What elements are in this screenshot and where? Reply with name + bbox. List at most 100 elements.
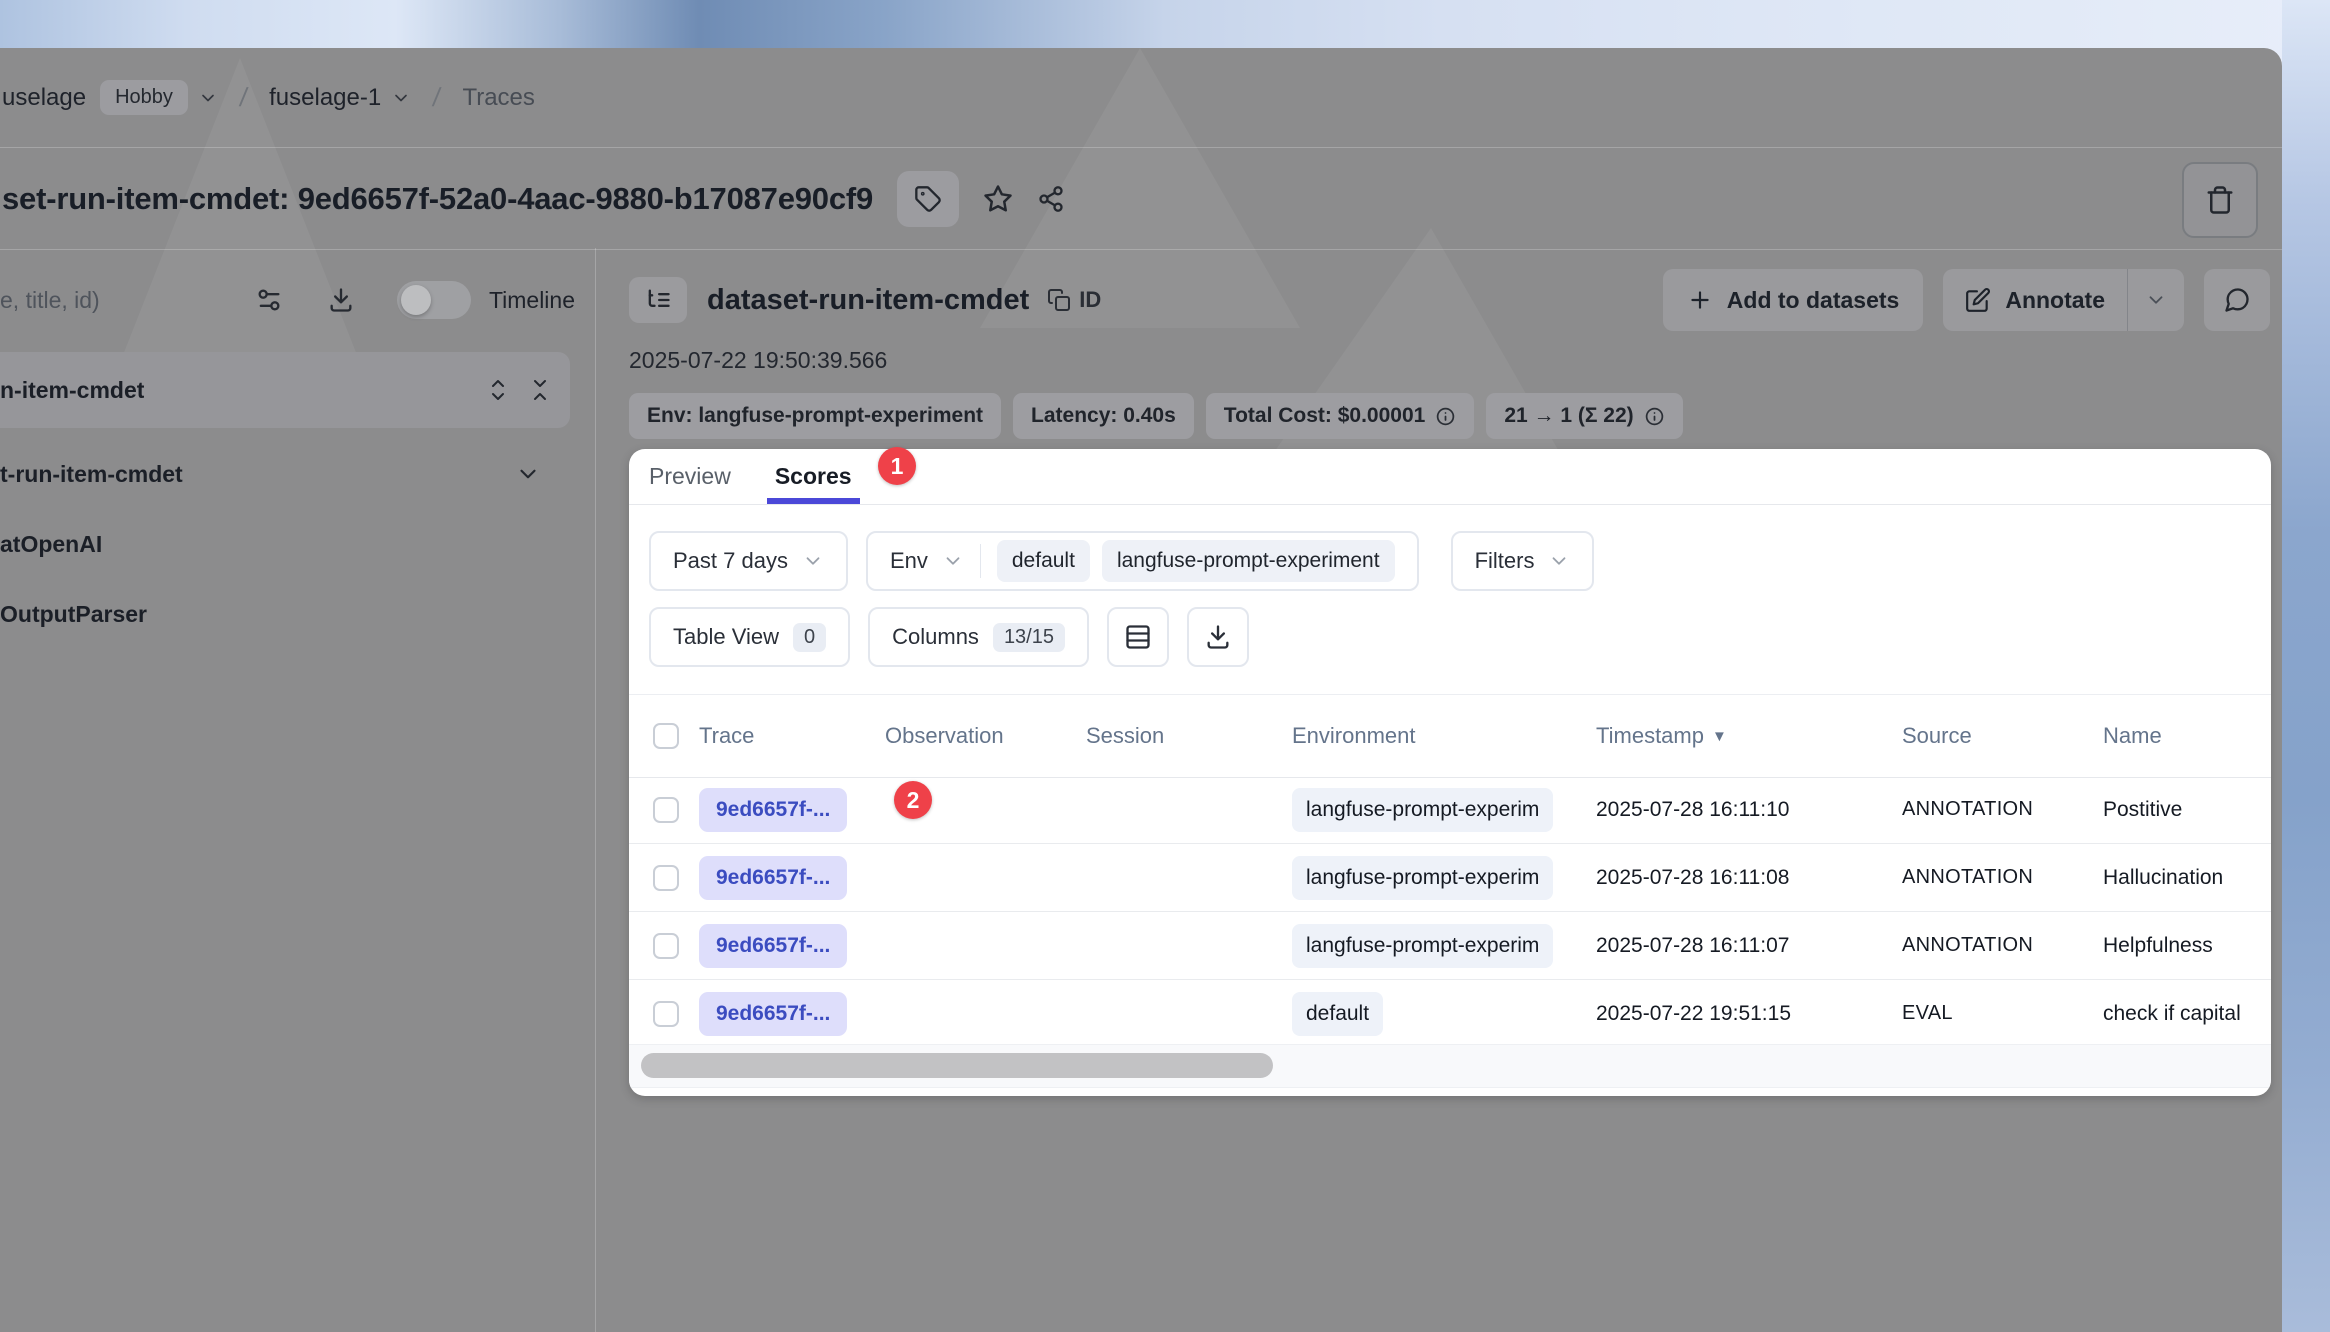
peek-title: set-run-item-cmdet: 9ed6657f-52a0-4aac-9… <box>2 181 873 217</box>
background-gradient-strip <box>2282 0 2330 1332</box>
chevron-down-icon <box>1548 550 1570 572</box>
tab-scores[interactable]: Scores <box>775 449 852 504</box>
col-header-trace[interactable]: Trace <box>679 723 885 749</box>
tree-search-input[interactable]: e, title, id) <box>0 287 100 314</box>
columns-button[interactable]: Columns 13/15 <box>868 607 1089 667</box>
plus-icon <box>1687 287 1713 313</box>
download-icon[interactable] <box>327 286 355 314</box>
tokens-badge-label: 21 → 1 (Σ 22) <box>1504 404 1633 428</box>
chevron-down-icon[interactable] <box>391 88 411 108</box>
row-checkbox[interactable] <box>653 933 679 959</box>
delete-button[interactable] <box>2182 162 2258 238</box>
fold-vertical-icon[interactable] <box>528 378 552 402</box>
comments-button[interactable] <box>2204 269 2270 331</box>
peek-body: e, title, id) Timeline n-item-cmdet <box>0 248 2282 1332</box>
divider <box>980 544 981 578</box>
col-header-observation[interactable]: Observation <box>885 723 1086 749</box>
sort-desc-icon: ▼ <box>1712 728 1727 745</box>
info-icon[interactable] <box>1644 406 1665 427</box>
table-row[interactable]: 9ed6657f-... langfuse-prompt-experim 202… <box>629 912 2271 980</box>
tag-button[interactable] <box>897 171 959 227</box>
environment-chip: langfuse-prompt-experim <box>1292 856 1553 900</box>
table-view-label: Table View <box>673 624 779 650</box>
unfold-vertical-icon[interactable] <box>486 378 510 402</box>
timeline-toggle-label: Timeline <box>489 287 575 314</box>
row-height-button[interactable] <box>1107 607 1169 667</box>
env-value-chip: default <box>997 540 1090 582</box>
export-button[interactable] <box>1187 607 1249 667</box>
env-filter-button[interactable]: Env default langfuse-prompt-experiment <box>866 531 1419 591</box>
scrollbar-thumb[interactable] <box>641 1053 1273 1078</box>
tree-item-dataset-run[interactable]: n-item-cmdet <box>0 352 570 428</box>
row-checkbox[interactable] <box>653 1001 679 1027</box>
star-button[interactable] <box>983 184 1013 214</box>
trace-link[interactable]: 9ed6657f-... <box>699 924 847 968</box>
table-view-button[interactable]: Table View 0 <box>649 607 850 667</box>
filter-sliders-icon[interactable] <box>255 286 283 314</box>
list-tree-icon <box>629 277 687 323</box>
annotate-split-button: Annotate <box>1943 269 2184 331</box>
date-range-button[interactable]: Past 7 days <box>649 531 848 591</box>
filters-button[interactable]: Filters <box>1451 531 1595 591</box>
toggle-knob <box>401 285 431 315</box>
breadcrumb-org[interactable]: uselage <box>2 84 86 112</box>
cost-badge-label: Total Cost: $0.00001 <box>1224 404 1426 428</box>
col-header-environment[interactable]: Environment <box>1292 723 1596 749</box>
share-button[interactable] <box>1037 185 1065 213</box>
annotate-dropdown-button[interactable] <box>2128 269 2184 331</box>
annotation-mark-1: 1 <box>878 447 916 485</box>
copy-id[interactable]: ID <box>1047 287 1101 313</box>
table-row[interactable]: 9ed6657f-... default 2025-07-22 19:51:15… <box>629 980 2271 1048</box>
col-header-source[interactable]: Source <box>1902 723 2103 749</box>
table-header-row: Trace Observation Session Environment Ti… <box>629 694 2271 778</box>
table-row[interactable]: 9ed6657f-... langfuse-prompt-experim 202… <box>629 776 2271 844</box>
tree-item-label: atOpenAI <box>0 531 102 558</box>
tree-item-outputparser[interactable]: OutputParser <box>0 582 595 646</box>
name-cell: Hallucination <box>2103 866 2271 890</box>
select-all-checkbox[interactable] <box>653 723 679 749</box>
table-body: 9ed6657f-... langfuse-prompt-experim 202… <box>629 776 2271 1048</box>
chevron-down-icon <box>942 550 964 572</box>
timestamp-cell: 2025-07-28 16:11:08 <box>1596 866 1902 890</box>
trace-link[interactable]: 9ed6657f-... <box>699 788 847 832</box>
header-checkbox-cell <box>629 723 679 749</box>
chevron-down-icon[interactable] <box>515 461 541 487</box>
col-header-session[interactable]: Session <box>1086 723 1292 749</box>
date-range-label: Past 7 days <box>673 548 788 574</box>
tab-preview[interactable]: Preview <box>649 449 731 504</box>
edit-icon <box>1965 287 1991 313</box>
name-cell: check if capital <box>2103 1002 2271 1026</box>
chevron-down-icon[interactable] <box>198 88 218 108</box>
filters-label: Filters <box>1475 548 1535 574</box>
breadcrumb-project[interactable]: fuselage-1 <box>269 84 381 112</box>
tree-item-run-item[interactable]: t-run-item-cmdet <box>0 442 595 506</box>
cost-badge: Total Cost: $0.00001 <box>1206 393 1475 439</box>
breadcrumb-page: Traces <box>462 84 534 112</box>
annotate-button[interactable]: Annotate <box>1943 269 2127 331</box>
peek-title-bar: set-run-item-cmdet: 9ed6657f-52a0-4aac-9… <box>0 148 2282 250</box>
trace-link[interactable]: 9ed6657f-... <box>699 992 847 1036</box>
col-header-name[interactable]: Name <box>2103 723 2271 749</box>
info-icon[interactable] <box>1435 406 1456 427</box>
col-header-timestamp[interactable]: Timestamp ▼ <box>1596 723 1902 749</box>
timestamp-cell: 2025-07-28 16:11:07 <box>1596 934 1902 958</box>
source-cell: ANNOTATION <box>1902 866 2103 889</box>
plan-badge: Hobby <box>100 80 188 115</box>
env-badge: Env: langfuse-prompt-experiment <box>629 393 1001 439</box>
trace-tree-sidebar: e, title, id) Timeline n-item-cmdet <box>0 248 596 1332</box>
trace-link[interactable]: 9ed6657f-... <box>699 856 847 900</box>
table-row[interactable]: 9ed6657f-... langfuse-prompt-experim 202… <box>629 844 2271 912</box>
add-to-datasets-button[interactable]: Add to datasets <box>1663 269 1924 331</box>
tabs: Preview Scores <box>629 449 2271 505</box>
scores-card: Preview Scores Past 7 days Env default <box>629 449 2271 1096</box>
row-checkbox[interactable] <box>653 797 679 823</box>
timeline-toggle[interactable] <box>397 281 471 319</box>
row-checkbox[interactable] <box>653 865 679 891</box>
trace-tree: n-item-cmdet t-run-item-cmdet atOpenAI <box>0 352 595 646</box>
tree-item-chatopenai[interactable]: atOpenAI <box>0 512 595 576</box>
detail-header: dataset-run-item-cmdet ID Add to dataset… <box>629 269 2282 331</box>
horizontal-scrollbar[interactable] <box>629 1044 2271 1088</box>
environment-chip: default <box>1292 992 1383 1036</box>
detail-timestamp: 2025-07-22 19:50:39.566 <box>629 345 2282 375</box>
columns-count: 13/15 <box>993 623 1065 652</box>
